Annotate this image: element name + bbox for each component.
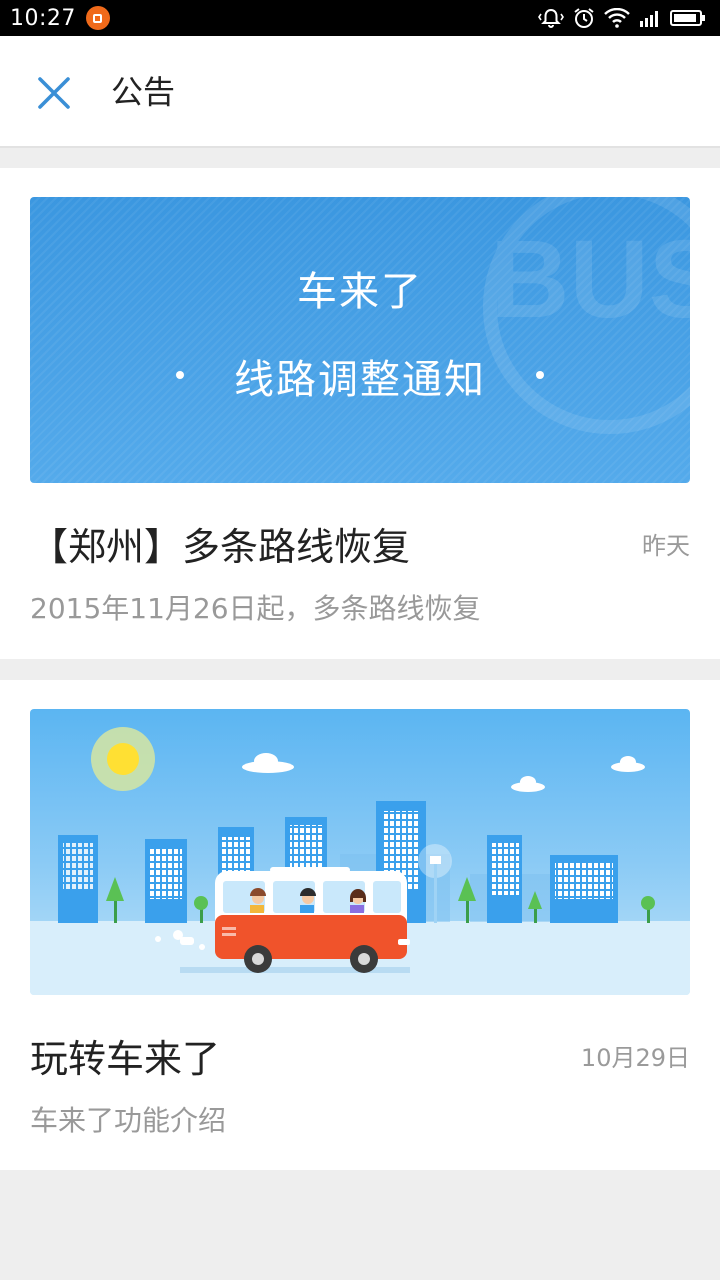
notice-title: 玩转车来了 [30,1037,221,1081]
notice-date: 10月29日 [580,1044,690,1072]
banner-subtitle-text: 线路调整通知 [234,357,486,403]
battery-icon [670,10,705,26]
notice-title: 【郑州】多条路线恢复 [30,525,411,569]
notice-card[interactable]: BUS 车来了 线路调整通知 【郑州】多条路线恢复 昨天 2015年11月26日… [0,168,720,659]
banner-brand-text: 车来了 [297,269,423,315]
alarm-icon [574,8,594,28]
page-title: 公告 [111,73,176,111]
decor-dot [536,371,544,379]
status-bar: 10:27 [0,0,720,36]
signal-icon [640,11,658,27]
bus-watermark-icon: BUS [483,197,690,434]
status-time: 10:27 [10,5,76,31]
orange-notification-icon [85,6,110,30]
vibrate-bell-icon [538,8,564,28]
close-button[interactable] [30,69,78,117]
bus-city-illustration [30,727,690,995]
notice-banner[interactable] [30,709,690,995]
notice-date: 昨天 [642,532,690,560]
notice-card[interactable]: 玩转车来了 10月29日 车来了功能介绍 [0,680,720,1170]
app-header: 公告 [0,36,720,148]
notice-description: 2015年11月26日起，多条路线恢复 [30,592,481,625]
close-icon [38,77,70,109]
notice-description: 车来了功能介绍 [30,1104,227,1137]
notice-banner[interactable]: BUS 车来了 线路调整通知 [30,197,690,483]
wifi-icon [604,8,630,28]
